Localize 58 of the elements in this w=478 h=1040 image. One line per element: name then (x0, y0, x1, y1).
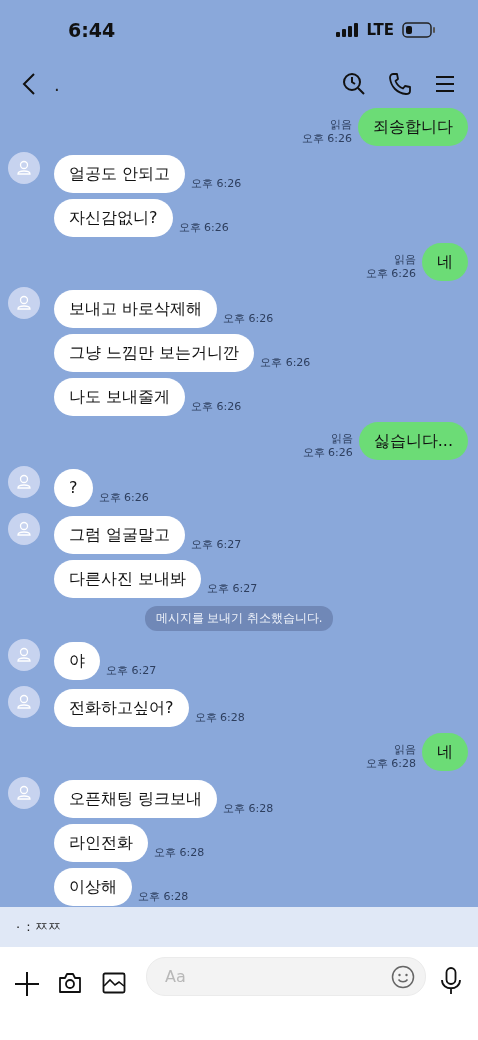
message-field[interactable]: Aa (146, 957, 426, 996)
plus-icon[interactable] (14, 971, 40, 997)
message-time: 오후 6:26 (98, 491, 149, 505)
emoji-icon[interactable] (391, 964, 415, 989)
message-preview-bar[interactable]: · : ㅉㅉ (0, 907, 478, 947)
search-icon[interactable] (342, 72, 366, 96)
preview-text: : ㅉㅉ (26, 918, 61, 936)
system-notice: 메시지를 보내기 취소했습니다. (144, 606, 334, 631)
received-message: ? (54, 469, 93, 507)
received-message: 그냥 느낌만 보는거니깐 (54, 334, 255, 372)
message-time: 오후 6:27 (191, 538, 242, 552)
read-receipt: 읽음 (394, 253, 416, 267)
message-time: 오후 6:26 (191, 400, 242, 414)
read-receipt: 읽음 (394, 743, 416, 757)
message-time: 오후 6:26 (260, 356, 311, 370)
read-receipt: 읽음 (330, 118, 352, 132)
preview-sender: · (16, 919, 21, 935)
back-icon[interactable] (22, 72, 36, 96)
received-message: 라인전화 (54, 824, 148, 862)
message-time: 오후 6:26 (178, 221, 229, 235)
message-time: 오후 6:26 (223, 312, 274, 326)
network-label: LTE (366, 21, 394, 39)
camera-icon[interactable] (58, 971, 82, 995)
menu-icon[interactable] (434, 74, 456, 94)
message-time: 오후 6:26 (191, 177, 242, 191)
signal-icon (336, 23, 359, 37)
battery-icon (402, 22, 436, 38)
received-message: 자신감없니? (54, 199, 173, 237)
message-time: 오후 6:27 (106, 664, 157, 678)
received-message: 보내고 바로삭제해 (54, 290, 218, 328)
received-message: 그럼 얼굴말고 (54, 516, 186, 554)
received-message: 나도 보내줄게 (54, 378, 186, 416)
received-message: 전화하고싶어? (54, 689, 189, 727)
sent-message: 네 (422, 243, 468, 281)
received-message: 오픈채팅 링크보내 (54, 780, 218, 818)
message-time: 오후 6:26 (302, 446, 353, 460)
chat-title: . (54, 73, 60, 95)
message-time: 오후 6:28 (365, 757, 416, 771)
message-time: 오후 6:26 (365, 267, 416, 281)
message-time: 오후 6:27 (207, 582, 258, 596)
status-time: 6:44 (68, 19, 116, 41)
message-time: 오후 6:28 (138, 890, 189, 904)
image-icon[interactable] (102, 971, 126, 995)
sent-message: 싫습니다... (358, 422, 468, 460)
message-time: 오후 6:28 (223, 802, 274, 816)
sent-message: 네 (422, 733, 468, 771)
phone-icon[interactable] (388, 72, 412, 96)
received-message: 야 (54, 642, 100, 680)
message-time: 오후 6:28 (154, 846, 205, 860)
message-input[interactable]: Aa (163, 966, 391, 987)
read-receipt: 읽음 (330, 432, 353, 446)
message-time: 오후 6:26 (301, 132, 352, 146)
microphone-icon[interactable] (440, 967, 462, 995)
received-message: 다른사진 보내봐 (54, 560, 202, 598)
message-time: 오후 6:28 (194, 711, 245, 725)
received-message: 얼공도 안되고 (54, 155, 186, 193)
sent-message: 죄송합니다 (358, 108, 468, 146)
received-message: 이상해 (54, 868, 132, 906)
